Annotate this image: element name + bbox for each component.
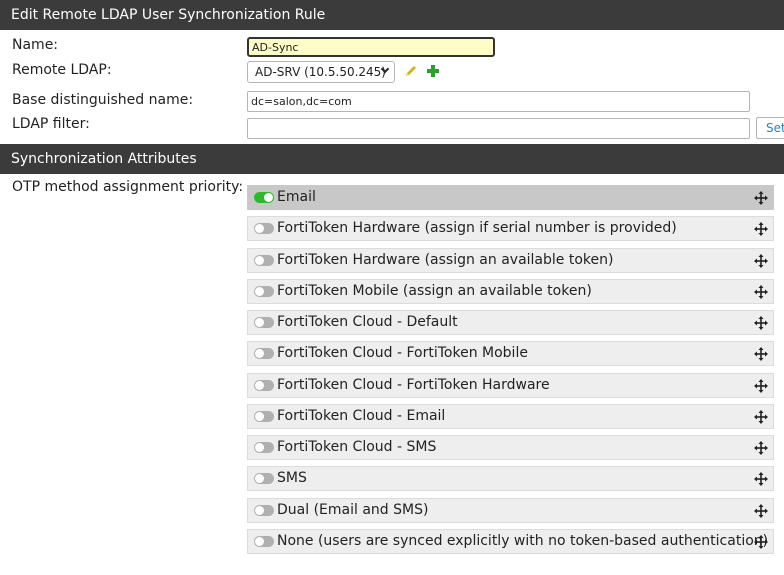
otp-method-label: FortiToken Hardware (assign if serial nu… [277, 220, 677, 237]
toggle-switch[interactable] [254, 317, 274, 328]
toggle-knob [255, 380, 264, 390]
set-filter-button[interactable]: Set [756, 117, 784, 139]
remote-ldap-selected-value: AD-SRV (10.5.50.245) [255, 65, 386, 79]
otp-method-label: Email [277, 189, 316, 205]
move-icon[interactable] [754, 378, 768, 393]
toggle-switch[interactable] [254, 473, 274, 485]
otp-method-label: FortiToken Hardware (assign an available… [277, 251, 614, 268]
otp-method-item[interactable]: FortiToken Cloud - FortiToken Hardware [247, 372, 774, 398]
toggle-knob [255, 255, 264, 265]
otp-method-item[interactable]: FortiToken Cloud - Email [247, 403, 774, 429]
move-icon[interactable] [754, 253, 768, 268]
move-icon[interactable] [754, 316, 768, 330]
move-icon[interactable] [754, 222, 768, 237]
move-icon[interactable] [754, 472, 768, 487]
pencil-icon[interactable] [404, 64, 418, 78]
otp-method-item[interactable]: Email [247, 185, 774, 210]
toggle-switch[interactable] [254, 223, 274, 235]
toggle-knob [255, 443, 264, 452]
toggle-switch[interactable] [254, 504, 274, 516]
otp-method-item[interactable]: FortiToken Hardware (assign an available… [247, 247, 774, 273]
otp-method-label: FortiToken Cloud - SMS [277, 439, 437, 455]
move-icon[interactable] [754, 284, 768, 299]
otp-method-item[interactable]: SMS [247, 466, 774, 492]
toggle-knob [255, 318, 264, 327]
otp-priority-label: OTP method assignment priority: [12, 179, 244, 195]
move-icon[interactable] [754, 441, 768, 455]
ldap-filter-label: LDAP filter: [12, 116, 90, 132]
otp-method-item[interactable]: FortiToken Mobile (assign an available t… [247, 278, 774, 304]
toggle-knob [264, 193, 273, 202]
otp-method-item[interactable]: FortiToken Hardware (assign if serial nu… [247, 216, 774, 242]
otp-method-item[interactable]: FortiToken Cloud - SMS [247, 435, 774, 460]
remote-ldap-label: Remote LDAP: [12, 62, 112, 78]
otp-method-list: Email FortiToken Hardware (assign if seri… [247, 185, 774, 560]
sync-attributes-header: Synchronization Attributes [0, 144, 784, 174]
otp-method-label: SMS [277, 470, 307, 487]
move-icon[interactable] [754, 503, 768, 518]
toggle-knob [255, 411, 264, 421]
otp-method-label: FortiToken Cloud - FortiToken Mobile [277, 345, 528, 362]
otp-method-label: None (users are synced explicitly with n… [277, 532, 769, 549]
toggle-switch[interactable] [254, 442, 274, 453]
move-icon[interactable] [754, 534, 768, 549]
toggle-knob [255, 536, 264, 546]
name-label: Name: [12, 37, 59, 53]
otp-method-item[interactable]: FortiToken Cloud - Default [247, 310, 774, 335]
otp-method-item[interactable]: Dual (Email and SMS) [247, 497, 774, 523]
otp-method-item[interactable]: FortiToken Cloud - FortiToken Mobile [247, 341, 774, 367]
otp-method-label: Dual (Email and SMS) [277, 501, 429, 518]
toggle-knob [255, 474, 264, 484]
ldap-filter-field[interactable] [247, 118, 750, 139]
toggle-switch[interactable] [254, 535, 274, 547]
toggle-knob [255, 224, 264, 234]
otp-method-item[interactable]: None (users are synced explicitly with n… [247, 528, 774, 554]
move-icon[interactable] [754, 347, 768, 362]
otp-method-label: FortiToken Cloud - FortiToken Hardware [277, 376, 550, 393]
toggle-knob [255, 505, 264, 515]
toggle-switch[interactable] [254, 285, 274, 297]
toggle-switch[interactable] [254, 348, 274, 360]
toggle-switch[interactable] [254, 192, 274, 203]
toggle-knob [255, 349, 264, 359]
move-icon[interactable] [754, 409, 768, 424]
base-dn-label: Base distinguished name: [12, 92, 194, 108]
toggle-switch[interactable] [254, 379, 274, 391]
otp-method-label: FortiToken Cloud - Email [277, 407, 446, 424]
base-dn-field[interactable] [247, 91, 750, 112]
name-field[interactable] [247, 37, 495, 57]
toggle-switch[interactable] [254, 410, 274, 422]
remote-ldap-select[interactable]: AD-SRV (10.5.50.245) [247, 61, 395, 83]
move-icon[interactable] [754, 191, 768, 205]
dialog-title: Edit Remote LDAP User Synchronization Ru… [0, 0, 784, 30]
plus-icon[interactable] [426, 64, 440, 78]
otp-method-label: FortiToken Cloud - Default [277, 314, 458, 330]
toggle-knob [255, 286, 264, 296]
otp-method-label: FortiToken Mobile (assign an available t… [277, 282, 592, 299]
toggle-switch[interactable] [254, 254, 274, 266]
